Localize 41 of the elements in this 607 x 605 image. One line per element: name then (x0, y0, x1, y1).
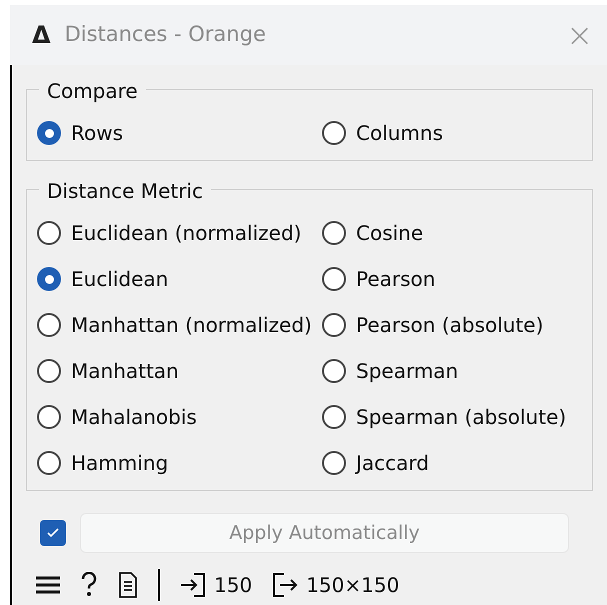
option-label: Pearson (356, 266, 436, 293)
radio-button[interactable] (37, 451, 61, 475)
input-icon (180, 572, 206, 598)
radio-button[interactable] (37, 121, 61, 145)
apply-button[interactable]: Apply Automatically (80, 513, 569, 553)
document-icon[interactable] (118, 572, 138, 598)
radio-button[interactable] (37, 313, 61, 337)
output-size: 150×150 (306, 572, 400, 599)
radio-button[interactable] (37, 405, 61, 429)
option-label: Spearman (356, 358, 458, 385)
check-icon (46, 526, 60, 540)
option-label: Spearman (absolute) (356, 404, 566, 431)
radio-button[interactable] (37, 267, 61, 291)
option-label: Columns (356, 120, 444, 147)
radio-button[interactable] (322, 267, 346, 291)
radio-button[interactable] (322, 359, 346, 383)
option-label: Cosine (356, 220, 424, 247)
window-title: Distances - Orange (64, 21, 266, 48)
radio-button[interactable] (322, 405, 346, 429)
help-icon[interactable] (80, 572, 98, 598)
output-icon (272, 572, 298, 598)
radio-button[interactable] (322, 451, 346, 475)
checkbox[interactable] (40, 520, 66, 546)
option-label: Pearson (absolute) (356, 312, 544, 339)
option-label: Mahalanobis (71, 404, 197, 431)
option-label: Manhattan (71, 358, 179, 385)
menu-icon[interactable] (36, 575, 60, 595)
option-label: Euclidean (normalized) (71, 220, 302, 247)
radio-button[interactable] (37, 221, 61, 245)
option-label: Hamming (71, 450, 168, 477)
option-label: Rows (71, 120, 124, 147)
option-label: Manhattan (normalized) (71, 312, 312, 339)
radio-button[interactable] (322, 313, 346, 337)
option-label: Euclidean (71, 266, 168, 293)
close-button[interactable]: × (566, 19, 593, 51)
input-count: 150 (214, 572, 252, 599)
radio-button[interactable] (37, 359, 61, 383)
app-icon: Δ (32, 17, 51, 53)
radio-button[interactable] (322, 221, 346, 245)
radio-button[interactable] (322, 121, 346, 145)
option-label: Jaccard (356, 450, 429, 477)
